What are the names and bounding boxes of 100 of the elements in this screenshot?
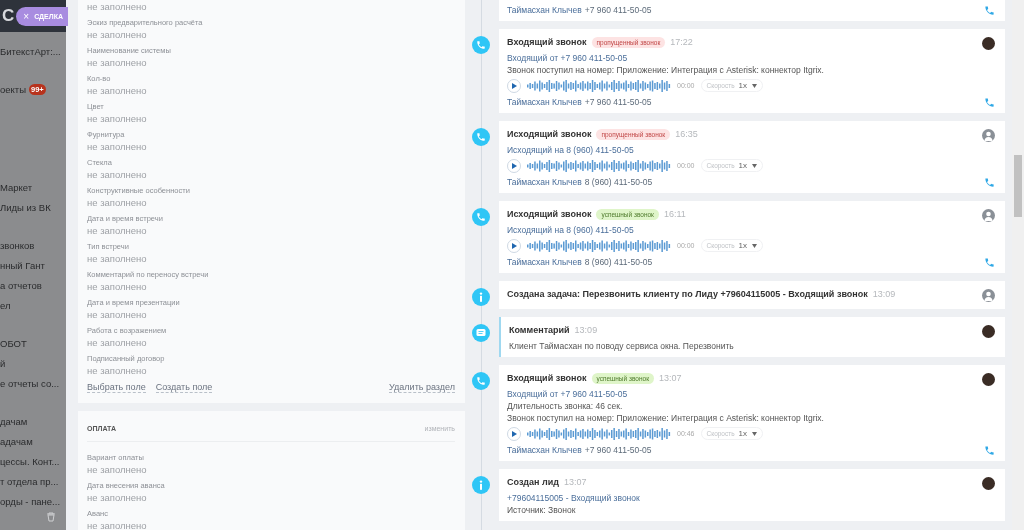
avatar-photo-placeholder (982, 477, 995, 490)
phone-icon (984, 5, 995, 16)
call-button[interactable] (984, 444, 995, 455)
sidebar-item[interactable]: оекты (0, 83, 26, 95)
field-value: не заполнено (87, 112, 148, 125)
sidebar-item[interactable]: Маркет (0, 177, 66, 197)
field-value: не заполнено (87, 336, 148, 349)
user-avatar-icon (982, 129, 995, 142)
event-link[interactable]: Исходящий на 8 (960) 411-50-05 (507, 225, 995, 235)
phone-icon (984, 445, 995, 456)
contact-phone: 8 (960) 411-50-05 (584, 176, 653, 187)
sidebar-item[interactable]: орды - пане... (0, 491, 66, 511)
event-link[interactable]: Входящий от +7 960 411-50-05 (507, 53, 995, 63)
phone-icon (984, 177, 995, 188)
event-text: Длительность звонка: 46 сек. (507, 401, 624, 411)
user-avatar-icon (982, 289, 995, 302)
field-value: не заполнено (87, 28, 148, 41)
event-link[interactable]: +79604115005 - Входящий звонок (507, 493, 995, 503)
contact-name[interactable]: Таймасхан Клычев (507, 96, 582, 107)
event-time: 17:22 (670, 37, 693, 47)
sidebar-item[interactable]: е отчеты со... (0, 373, 66, 393)
sidebar-item[interactable]: т отдела пр... (0, 471, 66, 491)
sidebar-item[interactable]: а отчетов (0, 275, 66, 295)
play-button[interactable] (507, 158, 521, 173)
field-value: не заполнено (87, 168, 148, 181)
avatar-photo-placeholder (982, 37, 995, 50)
play-button[interactable] (507, 238, 521, 253)
field-value: не заполнено (87, 140, 148, 153)
contact-phone: +7 960 411-50-05 (584, 4, 652, 15)
delete-section-link[interactable]: Удалить раздел (389, 382, 455, 393)
sidebar-item[interactable]: адачам (0, 431, 66, 451)
caret-icon (752, 83, 758, 88)
call-button[interactable] (984, 256, 995, 267)
play-icon (511, 162, 517, 169)
event-time: 13:07 (659, 373, 682, 383)
app-logo: С (2, 6, 15, 26)
field-value: не заполнено (87, 56, 148, 69)
sidebar-item[interactable]: цессы. Конт... (0, 451, 66, 471)
event-time: 16:35 (675, 129, 698, 139)
contact-name[interactable]: Таймасхан Клычев (507, 444, 582, 455)
contact-phone: +7 960 411-50-05 (584, 96, 652, 107)
field-value: не заполнено (87, 519, 148, 530)
field-value: не заполнено (87, 84, 148, 97)
event-text: Источник: Звонок (507, 505, 577, 515)
field-value: не заполнено (87, 491, 148, 504)
contact-phone: 8 (960) 411-50-05 (584, 256, 653, 267)
sidebar-item[interactable]: Лиды из ВК (0, 197, 66, 217)
field-link[interactable]: Создать поле (155, 382, 213, 393)
field-value: не заполнено (87, 364, 148, 377)
event-time: 16:11 (663, 209, 686, 219)
contact-name[interactable]: Таймасхан Клычев (507, 256, 582, 267)
phone-icon (984, 257, 995, 268)
play-button[interactable] (507, 78, 521, 93)
sidebar-item[interactable]: нный Гант (0, 255, 66, 275)
event-title: Создана задача: Перезвонить клиенту по Лиду +79604115005 - Входящий звонок (507, 289, 868, 299)
sidebar-item[interactable]: й (0, 353, 66, 373)
play-button[interactable] (507, 426, 521, 441)
contact-name[interactable]: Таймасхан Клычев (507, 176, 582, 187)
sidebar-item[interactable]: ел (0, 295, 66, 315)
field-value: не заполнено (87, 308, 148, 321)
field-value: не заполнено (87, 463, 148, 476)
field-value: не заполнено (87, 0, 148, 13)
play-icon (511, 430, 517, 437)
event-title: Комментарий (509, 325, 570, 335)
event-title: Входящий звонок (507, 37, 587, 47)
event-title: Исходящий звонок (507, 209, 592, 219)
play-icon (511, 82, 517, 89)
field-value: не заполнено (87, 224, 148, 237)
event-time: 13:09 (574, 325, 598, 335)
call-button[interactable] (984, 176, 995, 187)
play-icon (511, 242, 517, 249)
sidebar-item[interactable]: ОБОТ (0, 333, 66, 353)
phone-icon (984, 97, 995, 108)
sidebar-item[interactable]: БитекстАрт:... (0, 41, 66, 61)
user-avatar-icon (982, 209, 995, 222)
sidebar-item[interactable]: звонков (0, 235, 66, 255)
event-time: 13:09 (872, 289, 896, 299)
event-text: Звонок поступил на номер: Приложение: Интеграция с Asterisk: коннектор Itgrix. (507, 413, 825, 423)
phone-icon (476, 40, 486, 50)
avatar-photo-placeholder (982, 373, 995, 386)
event-link[interactable]: Входящий от +7 960 411-50-05 (507, 389, 995, 399)
sidebar-item[interactable]: дачам (0, 411, 66, 431)
caret-icon (752, 163, 758, 168)
event-text: Клиент Таймасхан по поводу сервиса окна. Перезвонить (509, 341, 735, 351)
comment-icon (476, 328, 486, 338)
contact-name[interactable]: Таймасхан Клычев (507, 4, 582, 15)
phone-icon (476, 212, 486, 222)
call-button[interactable] (984, 96, 995, 107)
event-text: Звонок поступил на номер: Приложение: Интеграция с Asterisk: коннектор Itgrix. (507, 65, 825, 75)
caret-icon (752, 431, 758, 436)
call-button[interactable] (984, 4, 995, 15)
event-link[interactable]: Исходящий на 8 (960) 411-50-05 (507, 145, 995, 155)
event-title: Входящий звонок (507, 373, 587, 383)
phone-icon (476, 376, 486, 386)
trash-icon[interactable] (46, 512, 56, 522)
phone-icon (476, 132, 486, 142)
field-value: не заполнено (87, 196, 148, 209)
field-link[interactable]: Выбрать поле (87, 382, 146, 393)
event-title: Исходящий звонок (507, 129, 592, 139)
contact-phone: +7 960 411-50-05 (584, 444, 652, 455)
